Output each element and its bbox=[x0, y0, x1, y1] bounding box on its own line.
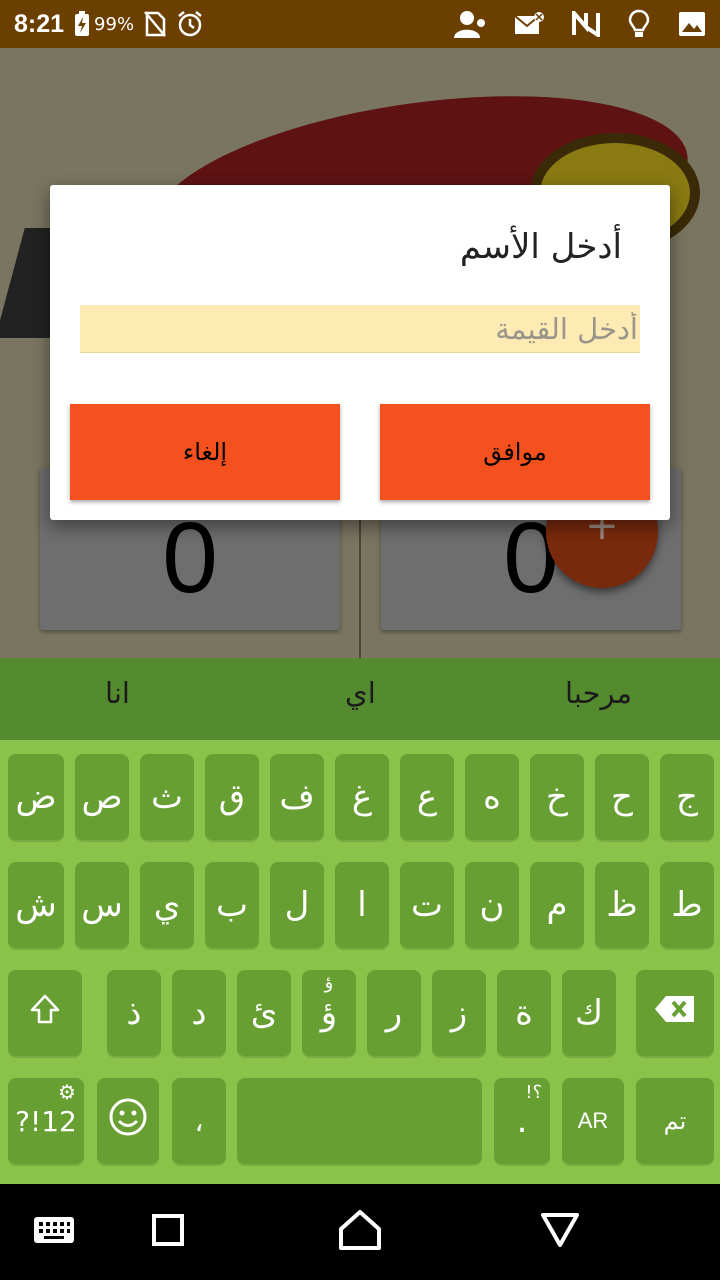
cancel-button[interactable]: إلغاء bbox=[70, 404, 340, 500]
done-key[interactable]: تم bbox=[636, 1078, 714, 1164]
key[interactable]: ر bbox=[367, 970, 421, 1056]
key[interactable]: ن bbox=[465, 862, 519, 948]
keyboard: ج ح خ ه ع غ ف ق ث ص ض ط ظ م ن ت ا ل ب ي … bbox=[0, 740, 720, 1184]
key[interactable]: ف bbox=[270, 754, 324, 840]
back-icon bbox=[540, 1212, 580, 1252]
key[interactable]: ص bbox=[75, 754, 129, 840]
backspace-icon bbox=[654, 993, 696, 1033]
comma-key[interactable]: ، bbox=[172, 1078, 226, 1164]
gear-icon: ⚙ bbox=[58, 1080, 76, 1104]
alarm-icon bbox=[176, 10, 204, 38]
key-label: ؤ bbox=[320, 993, 338, 1033]
emoji-icon bbox=[108, 1097, 148, 1146]
key[interactable]: ح bbox=[595, 754, 649, 840]
battery-percent: 99% bbox=[94, 13, 135, 35]
key[interactable]: غ bbox=[335, 754, 389, 840]
key[interactable]: ك bbox=[562, 970, 616, 1056]
key[interactable]: ق bbox=[205, 754, 259, 840]
key[interactable]: ش bbox=[8, 862, 64, 948]
key[interactable]: ؤ ؤ bbox=[302, 970, 356, 1056]
key[interactable]: ي bbox=[140, 862, 194, 948]
period-label: . bbox=[516, 1101, 528, 1141]
emoji-key[interactable] bbox=[97, 1078, 159, 1164]
recents-button[interactable] bbox=[140, 1204, 196, 1260]
square-icon bbox=[151, 1213, 185, 1251]
n-icon bbox=[572, 11, 600, 37]
key[interactable]: ت bbox=[400, 862, 454, 948]
symbols-key[interactable]: ⚙ ?!12 bbox=[8, 1078, 84, 1164]
key[interactable]: ض bbox=[8, 754, 64, 840]
key[interactable]: ا bbox=[335, 862, 389, 948]
lightbulb-icon bbox=[628, 9, 650, 39]
back-button[interactable] bbox=[532, 1204, 588, 1260]
period-key[interactable]: !؟ . bbox=[494, 1078, 550, 1164]
symbols-label: ?!12 bbox=[15, 1104, 77, 1138]
status-time: 8:21 bbox=[14, 9, 65, 38]
image-icon bbox=[678, 11, 706, 37]
home-icon bbox=[338, 1209, 382, 1255]
space-key[interactable] bbox=[237, 1078, 482, 1164]
name-input[interactable] bbox=[80, 305, 640, 353]
key[interactable]: ج bbox=[660, 754, 714, 840]
ok-button[interactable]: موافق bbox=[380, 404, 650, 500]
shift-key[interactable] bbox=[8, 970, 82, 1056]
status-bar: 8:21 99% bbox=[0, 0, 720, 48]
key[interactable]: ظ bbox=[595, 862, 649, 948]
suggestion-2[interactable]: اي bbox=[345, 676, 376, 710]
keyboard-icon bbox=[33, 1216, 75, 1248]
key[interactable]: د bbox=[172, 970, 226, 1056]
key[interactable]: ه bbox=[465, 754, 519, 840]
backspace-key[interactable] bbox=[636, 970, 714, 1056]
shift-icon bbox=[29, 993, 61, 1034]
language-key[interactable]: AR bbox=[562, 1078, 624, 1164]
battery-charging-icon bbox=[74, 11, 90, 37]
home-button[interactable] bbox=[332, 1204, 388, 1260]
no-sim-icon bbox=[144, 11, 167, 37]
key[interactable]: ع bbox=[400, 754, 454, 840]
user-icon bbox=[454, 9, 486, 39]
email-icon bbox=[514, 12, 544, 36]
suggestion-1[interactable]: مرحبا bbox=[565, 676, 632, 710]
suggestion-3[interactable]: انا bbox=[105, 676, 130, 710]
period-hint: !؟ bbox=[525, 1082, 542, 1103]
key[interactable]: ز bbox=[432, 970, 486, 1056]
dialog-title: أدخل الأسم bbox=[459, 227, 622, 267]
key[interactable]: ة bbox=[497, 970, 551, 1056]
key[interactable]: س bbox=[75, 862, 129, 948]
nav-bar bbox=[0, 1184, 720, 1280]
key[interactable]: خ bbox=[530, 754, 584, 840]
name-dialog: أدخل الأسم إلغاء موافق bbox=[50, 185, 670, 520]
key[interactable]: ل bbox=[270, 862, 324, 948]
key[interactable]: ذ bbox=[107, 970, 161, 1056]
key[interactable]: ث bbox=[140, 754, 194, 840]
key-hint: ؤ bbox=[324, 972, 334, 993]
score-left: 0 bbox=[162, 502, 218, 614]
key[interactable]: ئ bbox=[237, 970, 291, 1056]
key[interactable]: ب bbox=[205, 862, 259, 948]
key[interactable]: ط bbox=[660, 862, 714, 948]
suggestion-bar: مرحبا اي انا bbox=[0, 658, 720, 740]
key[interactable]: م bbox=[530, 862, 584, 948]
keyboard-switch-button[interactable] bbox=[26, 1204, 82, 1260]
